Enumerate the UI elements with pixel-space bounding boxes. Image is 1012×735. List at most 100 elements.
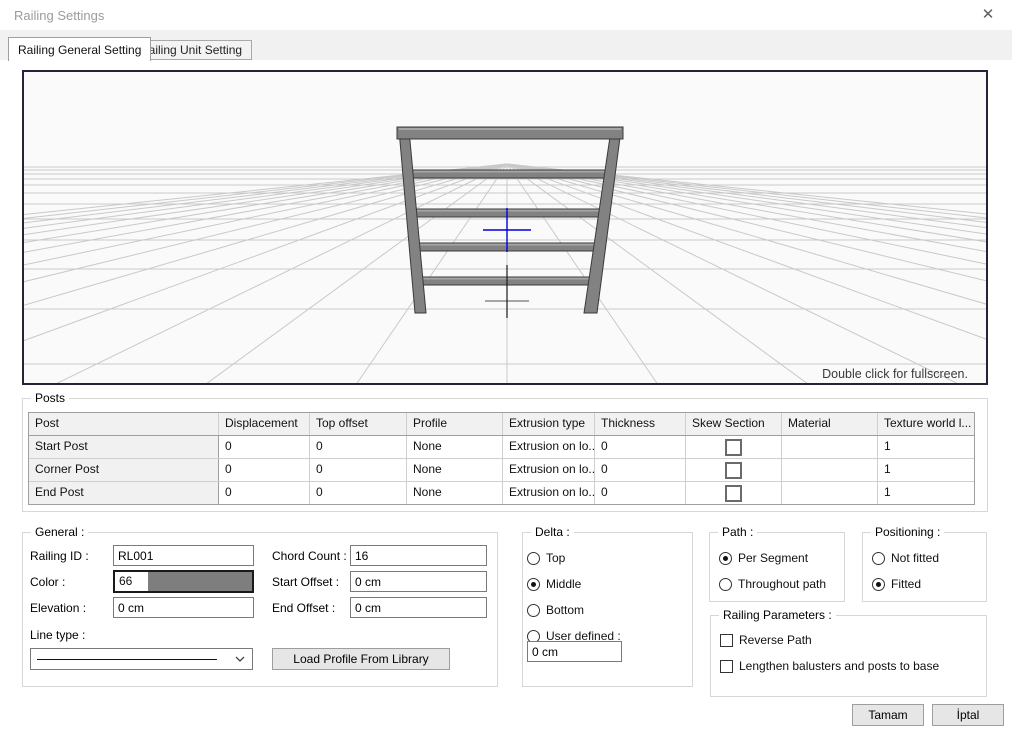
color-swatch[interactable] [148,572,252,591]
delta-radio-group: TopMiddleBottomUser defined : [527,545,621,649]
checkbox-label: Lengthen balusters and posts to base [739,659,939,673]
radio-fitted[interactable]: Fitted [872,571,939,597]
start-offset-label: Start Offset : [272,575,339,589]
elevation-label: Elevation : [30,601,86,615]
column-header-profile[interactable]: Profile [407,413,503,435]
row-header-cell: Start Post [29,436,219,458]
ok-button[interactable]: Tamam [852,704,924,726]
skew-section-checkbox[interactable] [725,485,742,502]
positioning-group-label: Positioning : [871,525,944,539]
checkbox-lengthen-balusters-and-posts-to-base[interactable]: Lengthen balusters and posts to base [720,653,939,679]
railing-id-input[interactable] [113,545,254,566]
column-header-thickness[interactable]: Thickness [595,413,686,435]
path-radio-group: Per Segment Throughout path [719,545,826,597]
radio-middle[interactable]: Middle [527,571,621,597]
table-cell-extrusion_type[interactable]: Extrusion on lo... [503,482,595,504]
radio-bottom[interactable]: Bottom [527,597,621,623]
color-label: Color : [30,575,65,589]
table-cell-texture_world[interactable]: 1 [878,436,974,458]
table-cell-thickness[interactable]: 0 [595,459,686,481]
table-cell-texture_world[interactable]: 1 [878,459,974,481]
table-cell-profile[interactable]: None [407,459,503,481]
column-header-skew-section[interactable]: Skew Section [686,413,782,435]
skew-section-checkbox[interactable] [725,462,742,479]
row-header-cell: Corner Post [29,459,219,481]
table-cell-displacement[interactable]: 0 [219,482,310,504]
railing-id-label: Railing ID : [30,549,89,563]
checkbox-reverse-path[interactable]: Reverse Path [720,627,939,653]
railing-parameters-group-label: Railing Parameters : [719,608,836,622]
railing-settings-dialog: Railing Settings ✕ Railing General Setti… [0,0,1012,735]
checkbox-icon [720,660,733,673]
chord-count-label: Chord Count : [272,549,347,563]
fullscreen-hint: Double click for fullscreen. [822,367,968,381]
table-cell-material[interactable] [782,482,878,504]
table-cell-top_offset[interactable]: 0 [310,482,407,504]
tabstrip: Railing General Setting Railing Unit Set… [0,30,1012,60]
skew-section-checkbox[interactable] [725,439,742,456]
radio-label: Per Segment [738,551,808,565]
table-cell-top_offset[interactable]: 0 [310,436,407,458]
general-group-label: General : [31,525,88,539]
color-value: 66 [115,572,148,591]
color-picker[interactable]: 66 [113,570,254,593]
delta-user-defined-input[interactable] [527,641,622,662]
radio-label: Middle [546,577,581,591]
radio-throughout-path[interactable]: Throughout path [719,571,826,597]
table-cell-extrusion_type[interactable]: Extrusion on lo... [503,436,595,458]
column-header-material[interactable]: Material [782,413,878,435]
radio-per-segment[interactable]: Per Segment [719,545,826,571]
column-header-post[interactable]: Post [29,413,219,435]
row-header-cell: End Post [29,482,219,504]
posts-table: PostDisplacementTop offsetProfileExtrusi… [28,412,975,505]
load-profile-button[interactable]: Load Profile From Library [272,648,450,670]
cancel-button[interactable]: İptal [932,704,1004,726]
end-offset-input[interactable] [350,597,487,618]
radio-label: Not fitted [891,551,939,565]
table-row-end-post: End Post00NoneExtrusion on lo...01 [29,482,974,504]
elevation-input[interactable] [113,597,254,618]
column-header-top-offset[interactable]: Top offset [310,413,407,435]
line-type-label: Line type : [30,628,85,642]
positioning-radio-group: Not fitted Fitted [872,545,939,597]
radio-icon [719,578,732,591]
close-icon[interactable]: ✕ [978,5,998,25]
radio-top[interactable]: Top [527,545,621,571]
start-offset-input[interactable] [350,571,487,592]
radio-icon [872,578,885,591]
preview-canvas: Double click for fullscreen. [24,72,986,383]
table-cell-profile[interactable]: None [407,436,503,458]
end-offset-label: End Offset : [272,601,335,615]
line-type-dropdown[interactable] [30,648,253,670]
table-cell-material[interactable] [782,459,878,481]
ground-marker [485,265,529,318]
checkbox-icon [720,634,733,647]
posts-group-label: Posts [31,391,69,405]
perspective-grid [24,164,986,383]
table-cell-thickness[interactable]: 0 [595,436,686,458]
column-header-extrusion-type[interactable]: Extrusion type [503,413,595,435]
table-cell-texture_world[interactable]: 1 [878,482,974,504]
table-cell-extrusion_type[interactable]: Extrusion on lo... [503,459,595,481]
table-cell-top_offset[interactable]: 0 [310,459,407,481]
radio-not-fitted[interactable]: Not fitted [872,545,939,571]
table-cell-thickness[interactable]: 0 [595,482,686,504]
delta-group-label: Delta : [531,525,574,539]
radio-icon [527,604,540,617]
tab-label: Railing General Setting [18,43,141,57]
table-row-corner-post: Corner Post00NoneExtrusion on lo...01 [29,459,974,482]
table-cell-material[interactable] [782,436,878,458]
table-cell-displacement[interactable]: 0 [219,436,310,458]
tab-railing-general-setting[interactable]: Railing General Setting [8,37,151,61]
railing-parameters-check-group: Reverse Path Lengthen balusters and posts… [720,627,939,679]
preview-3d-viewport[interactable]: Double click for fullscreen. [22,70,988,385]
skew-section-cell [686,482,782,504]
radio-label: Fitted [891,577,921,591]
chord-count-input[interactable] [350,545,487,566]
table-cell-profile[interactable]: None [407,482,503,504]
radio-icon [872,552,885,565]
column-header-texture-world-l[interactable]: Texture world l... [878,413,974,435]
chevron-down-icon [235,656,245,662]
column-header-displacement[interactable]: Displacement [219,413,310,435]
table-cell-displacement[interactable]: 0 [219,459,310,481]
